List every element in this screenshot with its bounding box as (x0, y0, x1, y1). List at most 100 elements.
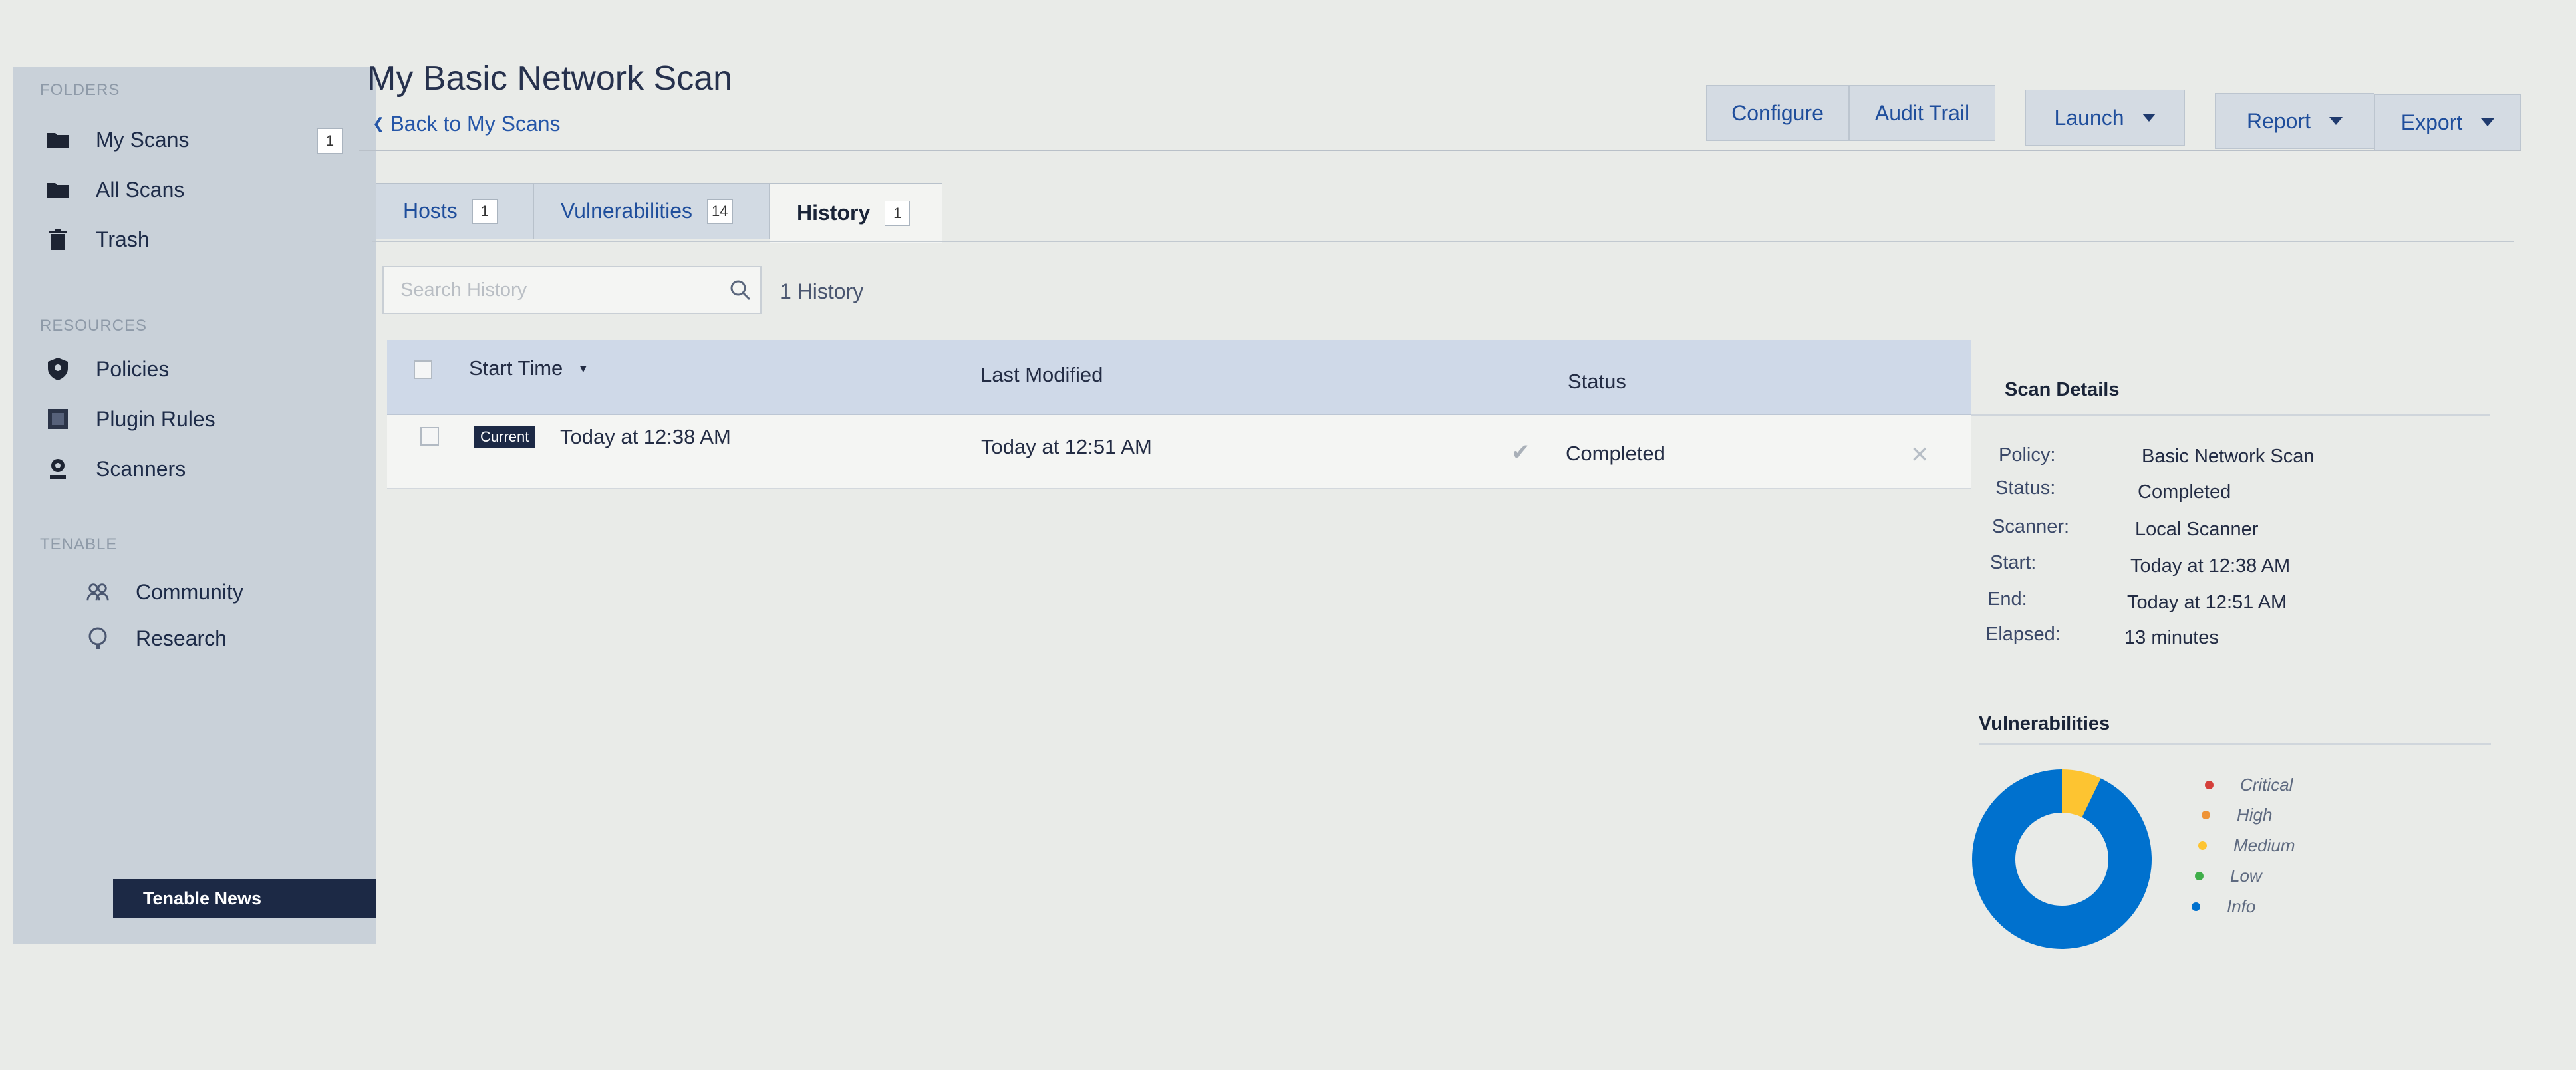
delete-icon[interactable]: ✕ (1910, 442, 1930, 468)
detail-value-start: Today at 12:38 AM (2130, 555, 2291, 577)
shield-icon (47, 358, 69, 380)
plugin-icon (47, 408, 69, 430)
legend-dot-medium (2198, 841, 2207, 850)
export-button[interactable]: Export (2374, 94, 2521, 150)
scan-details-title: Scan Details (2005, 379, 2120, 400)
trash-icon (47, 228, 69, 251)
legend-low: Low (2195, 866, 2262, 886)
row-start-time: Today at 12:38 AM (560, 425, 731, 448)
sidebar-item-community[interactable]: Community (86, 569, 362, 615)
detail-value-elapsed: 13 minutes (2124, 627, 2219, 648)
column-label: Start Time (469, 356, 563, 380)
sidebar-item-label: Community (136, 579, 243, 604)
tab-count: 14 (707, 198, 733, 224)
detail-label-policy: Policy: (1999, 444, 2056, 466)
report-label: Report (2246, 108, 2311, 133)
report-button[interactable]: Report (2215, 93, 2374, 149)
column-last-modified[interactable]: Last Modified (980, 363, 1103, 387)
tenable-news-button[interactable]: Tenable News (113, 879, 376, 918)
sidebar-item-all-scans[interactable]: All Scans (47, 166, 362, 213)
sidebar-item-plugin-rules[interactable]: Plugin Rules (47, 396, 362, 442)
detail-label-elapsed: Elapsed: (1985, 624, 2061, 645)
tab-count: 1 (472, 198, 498, 224)
chevron-left-icon: ❮ (372, 115, 385, 132)
folder-icon (47, 178, 69, 201)
tab-label: Hosts (403, 199, 458, 223)
donut-slice-info[interactable] (1972, 769, 2152, 949)
scanner-icon (47, 458, 69, 480)
table-row[interactable]: Current Today at 12:38 AM Today at 12:51… (387, 415, 1971, 489)
sidebar-item-policies[interactable]: Policies (47, 346, 362, 392)
legend-label: High (2237, 805, 2273, 825)
sidebar-item-label: Trash (96, 227, 150, 251)
audit-trail-button[interactable]: Audit Trail (1849, 85, 1995, 141)
sidebar-item-label: Policies (96, 356, 170, 381)
my-scans-count: 1 (317, 128, 343, 154)
community-icon (86, 581, 109, 603)
history-count: 1 History (780, 279, 864, 303)
detail-label-start: Start: (1990, 552, 2037, 573)
back-link[interactable]: ❮ Back to My Scans (372, 112, 561, 136)
tab-label: Vulnerabilities (561, 199, 693, 223)
legend-label: Info (2227, 896, 2256, 916)
sidebar-item-label: Plugin Rules (96, 406, 215, 431)
legend-label: Medium (2233, 835, 2295, 855)
tabs-divider (372, 241, 2514, 242)
sidebar-item-research[interactable]: Research (86, 615, 362, 662)
resources-heading: RESOURCES (40, 317, 148, 334)
legend-label: Low (2230, 866, 2262, 886)
sidebar-item-scanners[interactable]: Scanners (47, 446, 362, 492)
legend-dot-info (2192, 902, 2200, 911)
tab-hosts[interactable]: Hosts 1 (376, 183, 533, 239)
row-last-modified: Today at 12:51 AM (981, 435, 1152, 458)
row-checkbox[interactable] (420, 427, 439, 446)
sidebar-item-label: All Scans (96, 177, 185, 201)
sidebar-item-my-scans[interactable]: My Scans 1 (47, 116, 362, 163)
scan-details-header: Scan Details (1971, 362, 2490, 416)
sort-desc-icon: ▼ (577, 364, 589, 375)
legend-label: Critical (2240, 775, 2293, 795)
sidebar-item-trash[interactable]: Trash (47, 216, 362, 263)
vulnerabilities-donut-chart (1972, 769, 2152, 949)
tab-label: History (797, 201, 871, 225)
search-icon[interactable] (720, 279, 760, 301)
column-status[interactable]: Status (1568, 370, 1626, 394)
legend-high: High (2202, 805, 2272, 825)
folder-icon (47, 128, 69, 151)
detail-value-policy: Basic Network Scan (2142, 446, 2315, 467)
page-title: My Basic Network Scan (367, 59, 733, 98)
sidebar-item-label: Research (136, 626, 227, 650)
detail-label-status: Status: (1995, 477, 2056, 499)
folders-heading: FOLDERS (40, 81, 120, 99)
tenable-heading: TENABLE (40, 535, 118, 553)
vulnerabilities-title: Vulnerabilities (1979, 713, 2110, 734)
row-status: Completed (1566, 442, 1665, 465)
check-icon: ✔ (1511, 440, 1530, 465)
legend-dot-low (2195, 872, 2204, 880)
caret-down-icon (2142, 114, 2156, 122)
tab-vulnerabilities[interactable]: Vulnerabilities 14 (533, 183, 770, 239)
sidebar: FOLDERS My Scans 1 All Scans Trash RESOU… (13, 67, 376, 944)
legend-info: Info (2192, 896, 2255, 917)
column-start-time[interactable]: Start Time ▼ (469, 356, 589, 380)
detail-value-end: Today at 12:51 AM (2127, 592, 2287, 613)
caret-down-icon (2329, 117, 2343, 125)
legend-dot-high (2202, 811, 2210, 819)
search-field (382, 266, 762, 314)
vulnerabilities-divider (1979, 743, 2491, 745)
legend-dot-critical (2205, 781, 2214, 789)
sidebar-item-label: Scanners (96, 456, 186, 481)
header-divider (359, 150, 2521, 151)
launch-button[interactable]: Launch (2025, 90, 2185, 146)
caret-down-icon (2481, 118, 2495, 126)
detail-label-scanner: Scanner: (1992, 516, 2070, 537)
detail-label-end: End: (1987, 589, 2027, 610)
configure-button[interactable]: Configure (1706, 85, 1849, 141)
table-header: Start Time ▼ Last Modified Status (387, 340, 1971, 415)
launch-label: Launch (2054, 105, 2124, 130)
tab-history[interactable]: History 1 (770, 183, 942, 243)
select-all-checkbox[interactable] (414, 360, 432, 379)
back-link-label: Back to My Scans (390, 112, 561, 136)
search-input[interactable] (384, 278, 720, 302)
detail-value-scanner: Local Scanner (2135, 519, 2259, 540)
